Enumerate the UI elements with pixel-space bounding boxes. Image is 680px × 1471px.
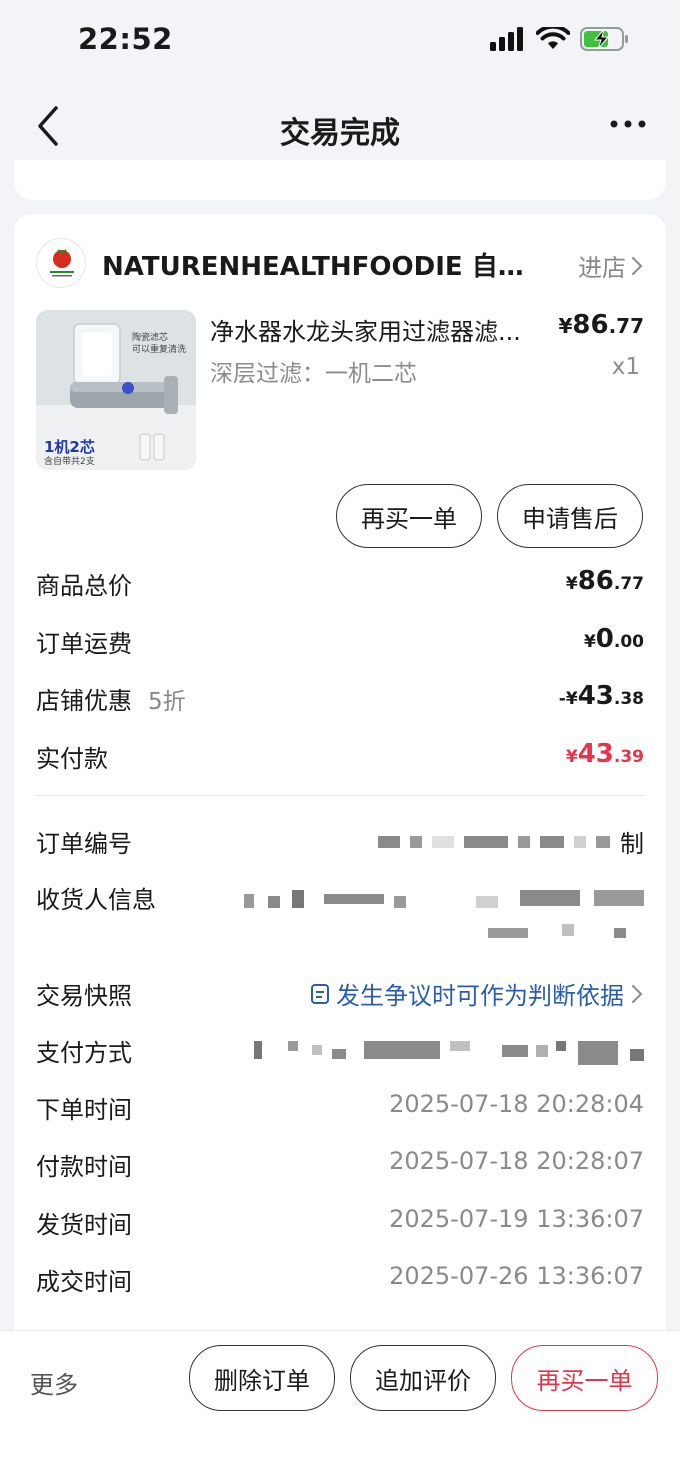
ship-time-value: 2025-07-19 13:36:07 [389, 1205, 644, 1233]
delete-order-button[interactable]: 删除订单 [189, 1345, 335, 1411]
blurred-order-number [378, 835, 610, 848]
tomato-logo-icon [50, 249, 74, 277]
product-title[interactable]: 净水器水龙头家用过滤器滤... [210, 312, 550, 347]
ship-time-label: 发货时间 [36, 1211, 132, 1239]
card-action-buttons: 再买一单 申请售后 [14, 484, 666, 550]
price-row-shipping: 订单运费 ¥0.00 [36, 624, 644, 660]
divider [36, 795, 644, 796]
cellular-signal-icon [490, 27, 523, 51]
order-card: NATURENHEALTHFOODIE 自然... 进店 陶瓷滤芯可以重复清洗 [14, 214, 666, 1344]
paid-label: 实付款 [36, 745, 108, 773]
snapshot-value: 发生争议时可作为判断依据 [336, 982, 624, 1010]
wifi-icon [536, 27, 570, 49]
info-row-payment: 支付方式 [36, 1033, 644, 1069]
status-bar: 22:52 [0, 0, 680, 80]
pay-time-label: 付款时间 [36, 1153, 132, 1181]
add-review-button[interactable]: 追加评价 [350, 1345, 496, 1411]
shipping-value: ¥0.00 [583, 624, 644, 654]
payment-label: 支付方式 [36, 1039, 132, 1067]
deal-time-value: 2025-07-26 13:36:07 [389, 1262, 644, 1290]
nav-bar: 交易完成 [0, 88, 680, 168]
snapshot-label: 交易快照 [36, 982, 132, 1010]
total-label: 商品总价 [36, 572, 132, 600]
more-link[interactable]: 更多 [30, 1365, 78, 1400]
rebuy-button[interactable]: 再买一单 [336, 484, 482, 548]
more-options-icon[interactable] [608, 112, 648, 136]
discount-label: 店铺优惠 5折 [36, 687, 186, 715]
page-title: 交易完成 [280, 116, 400, 151]
enter-shop-label: 进店 [578, 254, 626, 282]
info-row-order-no: 订单编号 制 [36, 824, 644, 860]
status-icons [490, 26, 630, 52]
price-row-total: 商品总价 ¥86.77 [36, 566, 644, 602]
price-row-paid: 实付款 ¥43.39 [36, 739, 644, 775]
chevron-right-icon [632, 984, 643, 1003]
product-row[interactable]: 陶瓷滤芯 可以重复清洗 1机2芯 含自带共2支 净水器水龙头家用过滤器滤... ¥… [36, 310, 644, 470]
total-value: ¥86.77 [565, 566, 644, 596]
shop-row[interactable]: NATURENHEALTHFOODIE 自然... 进店 [36, 238, 644, 288]
info-row-pay-time: 付款时间 2025-07-18 20:28:07 [36, 1147, 644, 1183]
chevron-right-icon [632, 256, 643, 275]
snapshot-link[interactable]: 发生争议时可作为判断依据 [310, 976, 644, 1011]
previous-card-edge [14, 160, 666, 200]
discount-value: -¥43.38 [558, 681, 644, 711]
image-caption: 陶瓷滤芯 可以重复清洗 [132, 333, 187, 355]
after-sale-button[interactable]: 申请售后 [497, 484, 643, 548]
product-quantity: x1 [611, 354, 640, 380]
rebuy-bottom-button[interactable]: 再买一单 [511, 1345, 658, 1411]
pay-time-value: 2025-07-18 20:28:07 [389, 1147, 644, 1175]
document-icon [311, 983, 329, 1004]
price-row-discount: 店铺优惠 5折 -¥43.38 [36, 681, 644, 717]
product-spec: 深层过滤：一机二芯 [210, 361, 417, 387]
product-price: ¥86.77 [558, 310, 644, 340]
info-row-receiver: 收货人信息 [36, 880, 644, 950]
shipping-label: 订单运费 [36, 630, 132, 658]
order-no-label: 订单编号 [36, 830, 132, 858]
bottom-action-bar: 更多 删除订单 追加评价 再买一单 [0, 1330, 680, 1471]
info-row-order-time: 下单时间 2025-07-18 20:28:04 [36, 1090, 644, 1126]
battery-charging-icon [580, 27, 628, 51]
order-time-label: 下单时间 [36, 1096, 132, 1124]
status-time: 22:52 [78, 22, 173, 56]
image-badge-sub: 含自带共2支 [44, 457, 95, 467]
info-row-snapshot[interactable]: 交易快照 发生争议时可作为判断依据 [36, 976, 644, 1012]
discount-note: 5折 [148, 689, 186, 715]
blurred-receiver-info [244, 890, 644, 946]
shop-name[interactable]: NATURENHEALTHFOODIE 自然... [102, 246, 542, 283]
enter-shop-link[interactable]: 进店 [578, 248, 644, 283]
order-no-tail: 制 [620, 830, 644, 858]
info-row-deal-time: 成交时间 2025-07-26 13:36:07 [36, 1262, 644, 1298]
blurred-payment-method [254, 1041, 644, 1065]
receiver-label: 收货人信息 [36, 886, 156, 914]
order-time-value: 2025-07-18 20:28:04 [389, 1090, 644, 1118]
order-no-value[interactable]: 制 [378, 824, 644, 859]
info-row-ship-time: 发货时间 2025-07-19 13:36:07 [36, 1205, 644, 1241]
deal-time-label: 成交时间 [36, 1268, 132, 1296]
shop-logo [36, 238, 86, 288]
product-image[interactable]: 陶瓷滤芯 可以重复清洗 1机2芯 含自带共2支 [36, 310, 196, 470]
paid-value: ¥43.39 [565, 739, 644, 769]
